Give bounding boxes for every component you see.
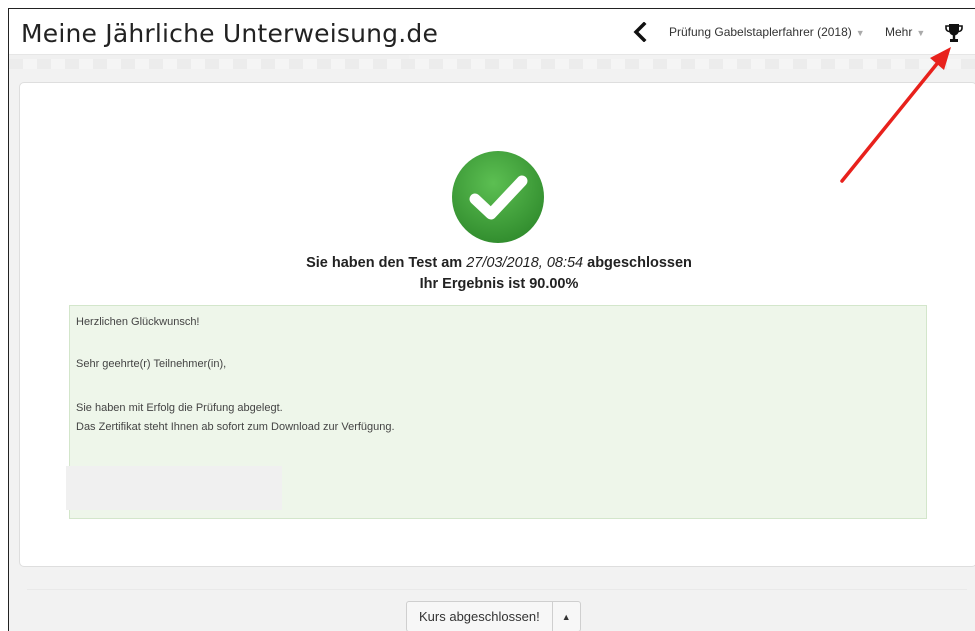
message-line: Herzlichen Glückwunsch! xyxy=(76,316,200,328)
chevron-left-icon[interactable] xyxy=(631,22,649,42)
message-line: Das Zertifikat steht Ihnen ab sofort zum… xyxy=(76,421,395,433)
course-complete-button[interactable]: Kurs abgeschlossen! xyxy=(406,601,553,631)
completion-text: Sie haben den Test am 27/03/2018, 08:54 … xyxy=(20,255,975,271)
top-navbar: Meine Jährliche Unterweisung.de Prüfung … xyxy=(9,9,975,55)
completion-date: 27/03/2018, 08:54 xyxy=(466,255,584,271)
result-card: Sie haben den Test am 27/03/2018, 08:54 … xyxy=(19,82,975,567)
trophy-icon[interactable] xyxy=(945,23,963,43)
congratulation-message: Herzlichen Glückwunsch! Sehr geehrte(r) … xyxy=(66,305,927,519)
completion-suffix: abgeschlossen xyxy=(587,255,692,271)
caret-down-icon: ▼ xyxy=(916,28,926,38)
course-complete-button-group: Kurs abgeschlossen! ▲ xyxy=(406,601,581,631)
course-menu-label: Prüfung Gabelstaplerfahrer (2018) xyxy=(669,25,852,39)
score-text: Ihr Ergebnis ist 90.00% xyxy=(419,276,579,292)
dropdown-toggle-button[interactable]: ▲ xyxy=(552,601,581,631)
footer-divider xyxy=(27,589,967,590)
completion-prefix: Sie haben den Test am xyxy=(306,255,463,271)
caret-up-icon: ▲ xyxy=(561,611,571,622)
course-menu[interactable]: Prüfung Gabelstaplerfahrer (2018) ▼ xyxy=(669,25,865,39)
caret-down-icon: ▼ xyxy=(855,28,865,38)
header-strip xyxy=(9,59,975,69)
app-window: Meine Jährliche Unterweisung.de Prüfung … xyxy=(8,8,975,631)
brand-title[interactable]: Meine Jährliche Unterweisung.de xyxy=(21,19,438,48)
more-menu[interactable]: Mehr ▼ xyxy=(885,25,925,39)
more-menu-label: Mehr xyxy=(885,25,913,39)
redacted-block xyxy=(66,466,282,510)
message-line: Sie haben mit Erfolg die Prüfung abgeleg… xyxy=(76,402,283,414)
message-line: Sehr geehrte(r) Teilnehmer(in), xyxy=(76,358,227,370)
check-circle-icon xyxy=(450,149,546,245)
